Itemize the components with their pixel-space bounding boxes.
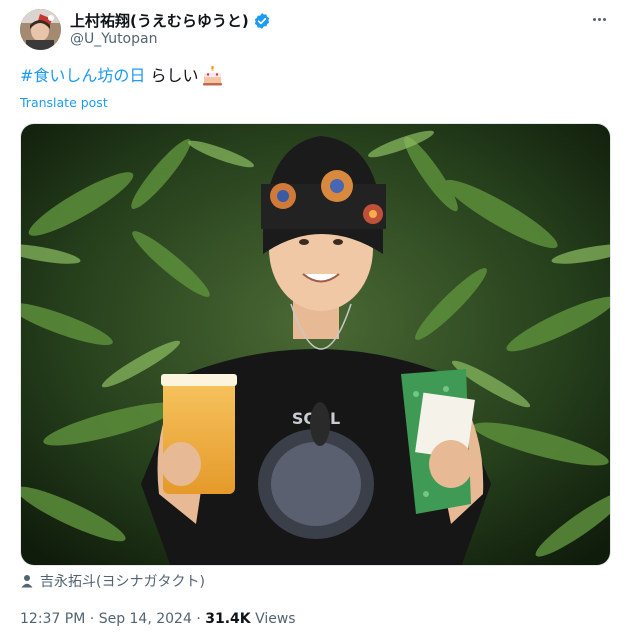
author-name-text[interactable]: 上村祐翔(うえむらゆうと) (70, 10, 249, 31)
more-options-icon[interactable] (588, 10, 610, 28)
avatar[interactable] (20, 9, 61, 50)
author-handle[interactable]: @U_Yutopan (70, 31, 157, 47)
views-count: 31.4K (205, 611, 251, 627)
meta-separator: · (191, 611, 206, 627)
views-label: Views (255, 611, 296, 627)
post-time[interactable]: 12:37 PM (20, 611, 85, 627)
post-date[interactable]: Sep 14, 2024 (99, 611, 192, 627)
birthday-cake-icon (202, 66, 223, 86)
dot (602, 17, 606, 21)
post-meta: 12:37 PM · Sep 14, 2024 · 31.4K Views (20, 611, 296, 627)
post-photo[interactable]: SOUL (20, 123, 611, 566)
verified-badge-icon[interactable] (253, 12, 271, 30)
dot (597, 17, 601, 21)
tagged-user-row[interactable]: 吉永拓斗(ヨシナガタクト) (20, 571, 205, 591)
dot (592, 17, 596, 21)
author-display-name[interactable]: 上村祐翔(うえむらゆうと) (70, 10, 271, 31)
hashtag-link[interactable]: #食いしん坊の日 (20, 66, 145, 86)
post-text: #食いしん坊の日 らしい (20, 66, 223, 86)
person-icon (20, 574, 34, 588)
post-body-text: らしい (150, 66, 199, 85)
translate-post-link[interactable]: Translate post (20, 95, 108, 110)
tagged-user-name[interactable]: 吉永拓斗(ヨシナガタクト) (40, 571, 205, 591)
meta-separator: · (85, 611, 99, 627)
